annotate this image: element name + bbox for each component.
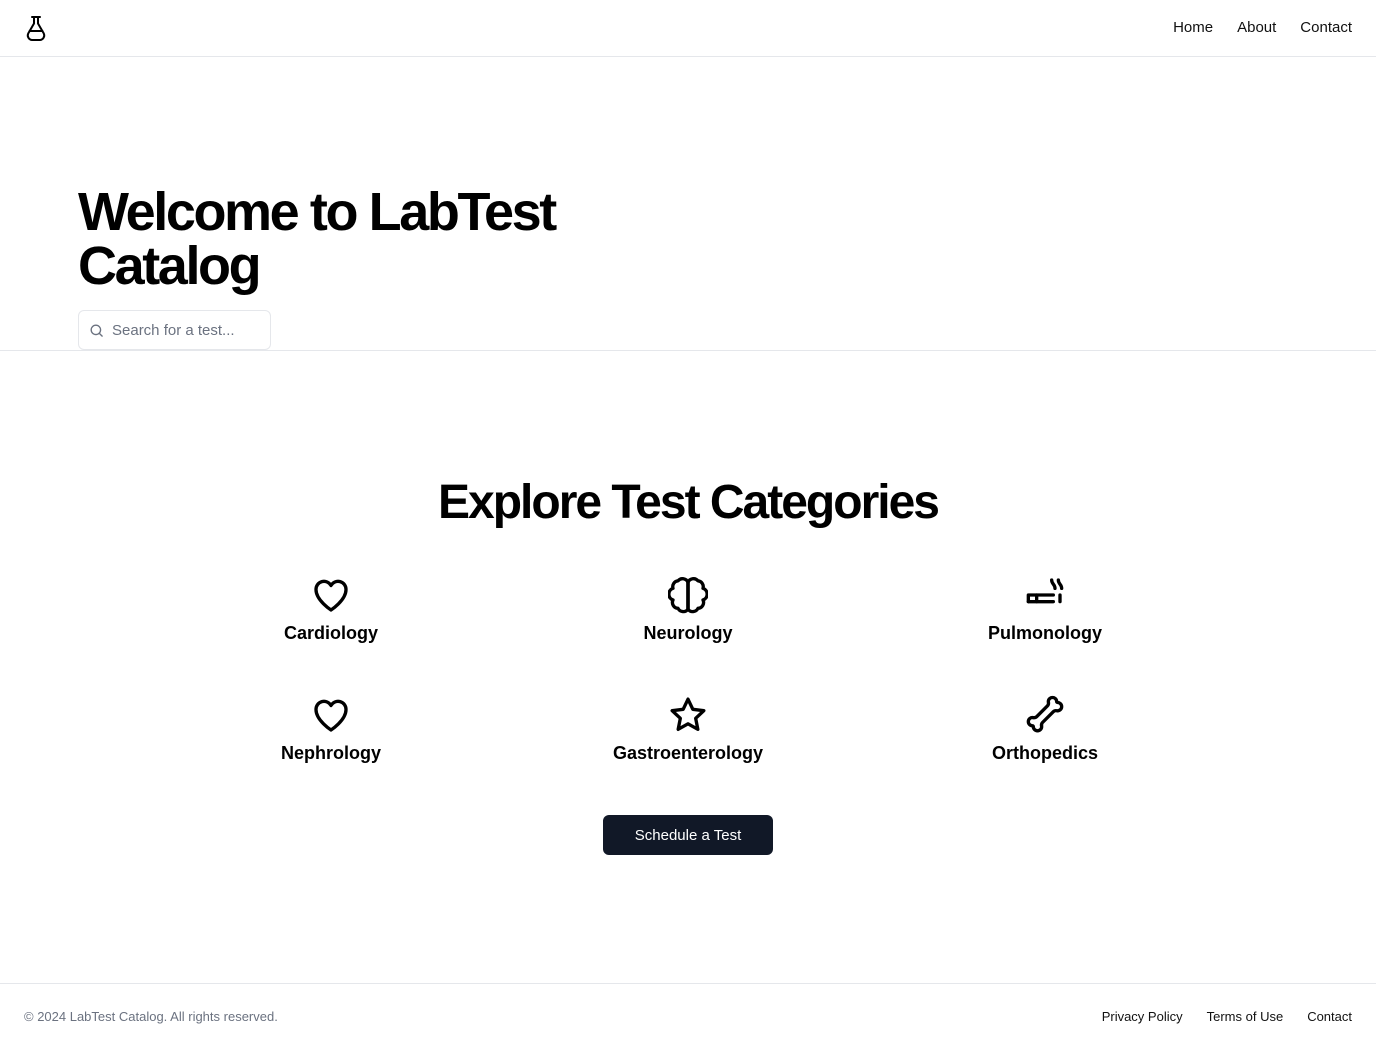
nav-about[interactable]: About — [1237, 18, 1276, 38]
category-label: Nephrology — [280, 743, 381, 763]
hero-title: Welcome to LabTest Catalog — [78, 182, 557, 296]
schedule-test-button[interactable]: Schedule a Test — [603, 815, 773, 855]
nav-contact[interactable]: Contact — [1300, 18, 1352, 38]
category-label: Cardiology — [283, 623, 378, 643]
site-header: Home About Contact — [0, 0, 1376, 57]
footer-link-terms[interactable]: Terms of Use — [1207, 1008, 1284, 1026]
cigarette-icon — [1026, 578, 1064, 604]
brain-icon — [668, 577, 708, 614]
category-orthopedics[interactable]: Orthopedics — [915, 695, 1175, 775]
nav-home[interactable]: Home — [1173, 18, 1213, 38]
site-footer: © 2024 LabTest Catalog. All rights reser… — [0, 983, 1376, 1048]
footer-link-privacy[interactable]: Privacy Policy — [1102, 1008, 1183, 1026]
copyright-text: © 2024 LabTest Catalog. All rights reser… — [24, 1009, 278, 1024]
footer-nav: Privacy Policy Terms of Use Contact — [1102, 1008, 1352, 1026]
footer-link-contact[interactable]: Contact — [1307, 1008, 1352, 1026]
category-nephrology[interactable]: Nephrology — [201, 695, 461, 775]
flask-icon — [26, 16, 46, 41]
category-label: Orthopedics — [991, 743, 1098, 763]
categories-title: Explore Test Categories — [438, 476, 940, 529]
heart-icon — [314, 699, 348, 732]
main-nav: Home About Contact — [1173, 18, 1352, 38]
category-neurology[interactable]: Neurology — [558, 575, 818, 655]
bone-icon — [1026, 695, 1064, 733]
category-label: Gastroenterology — [612, 743, 764, 763]
category-cardiology[interactable]: Cardiology — [201, 575, 461, 655]
hero-section: Welcome to LabTest Catalog — [0, 57, 1376, 351]
category-pulmonology[interactable]: Pulmonology — [915, 575, 1175, 655]
heart-icon — [314, 579, 348, 612]
category-label: Pulmonology — [988, 623, 1102, 643]
star-icon — [670, 697, 706, 731]
search-icon — [90, 324, 103, 337]
category-gastroenterology[interactable]: Gastroenterology — [558, 695, 818, 775]
search-box[interactable] — [78, 310, 271, 350]
search-input[interactable] — [112, 321, 262, 339]
category-label: Neurology — [643, 623, 733, 643]
